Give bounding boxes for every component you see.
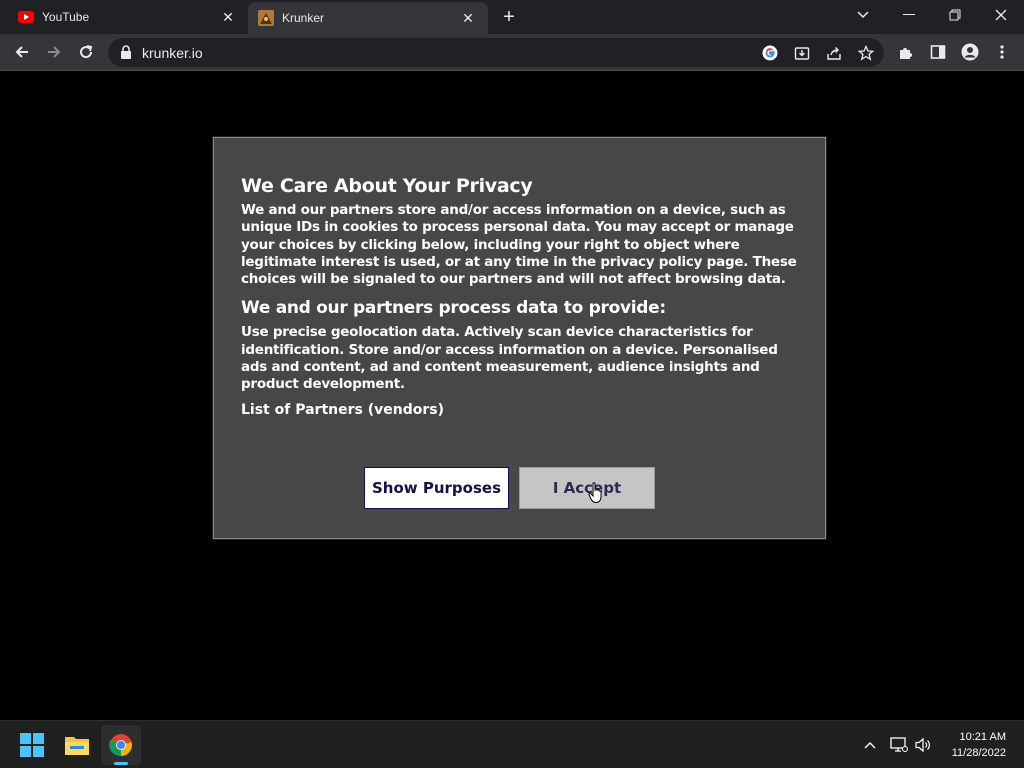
reload-button[interactable] xyxy=(73,39,99,65)
install-app-icon[interactable] xyxy=(792,43,812,63)
close-icon xyxy=(995,9,1007,21)
chevron-down-icon xyxy=(857,11,869,19)
side-panel-button[interactable] xyxy=(925,39,951,65)
minimize-icon xyxy=(903,14,915,15)
back-button[interactable] xyxy=(9,39,35,65)
tab-title: Krunker xyxy=(282,11,325,25)
reload-icon xyxy=(80,45,93,59)
lock-icon[interactable] xyxy=(120,45,132,64)
folder-icon xyxy=(65,737,89,755)
dialog-body: We Care About Your Privacy We and our pa… xyxy=(241,174,801,419)
dialog-intro-text: We and our partners store and/or access … xyxy=(241,202,797,288)
restore-button[interactable] xyxy=(932,0,978,30)
side-panel-icon xyxy=(930,45,946,59)
new-tab-button[interactable]: + xyxy=(498,7,520,29)
page-content: We Care About Your Privacy We and our pa… xyxy=(0,71,1024,720)
accept-button[interactable]: I Accept xyxy=(519,467,655,509)
tab-krunker[interactable]: Krunker ✕ xyxy=(248,2,488,34)
hand-cursor-icon xyxy=(588,482,604,509)
network-button[interactable] xyxy=(888,735,910,755)
share-icon[interactable] xyxy=(824,43,844,63)
close-window-button[interactable] xyxy=(978,0,1024,30)
close-tab-icon[interactable]: ✕ xyxy=(458,8,478,28)
profile-icon xyxy=(961,43,979,61)
address-bar[interactable]: krunker.io xyxy=(108,38,884,67)
bookmark-star-icon[interactable] xyxy=(856,43,876,63)
extensions-button[interactable] xyxy=(893,39,919,65)
purposes-text: Use precise geolocation data. Actively s… xyxy=(241,324,778,393)
chevron-up-icon xyxy=(864,742,876,749)
dialog-subtitle: We and our partners process data to prov… xyxy=(241,298,666,319)
forward-arrow-icon xyxy=(48,46,61,58)
close-tab-icon[interactable]: ✕ xyxy=(218,7,238,27)
tab-search-button[interactable] xyxy=(840,0,886,30)
volume-button[interactable] xyxy=(912,735,934,755)
chrome-taskbar-button[interactable] xyxy=(101,725,141,765)
minimize-button[interactable] xyxy=(886,0,932,30)
windows-taskbar: 10:21 AM 11/28/2022 xyxy=(0,720,1024,768)
speaker-icon xyxy=(915,737,930,753)
more-vertical-icon xyxy=(1000,45,1004,59)
profile-button[interactable] xyxy=(957,39,983,65)
network-icon xyxy=(890,737,908,752)
active-app-indicator xyxy=(114,762,128,765)
file-explorer-button[interactable] xyxy=(57,725,97,765)
vendors-link[interactable]: List of Partners (vendors) xyxy=(241,401,801,419)
taskbar-clock[interactable]: 10:21 AM 11/28/2022 xyxy=(952,729,1006,761)
clock-date: 11/28/2022 xyxy=(951,747,1006,759)
back-arrow-icon xyxy=(15,46,28,58)
puzzle-icon xyxy=(900,48,912,59)
youtube-icon xyxy=(18,9,34,25)
clock-time: 10:21 AM xyxy=(959,731,1006,743)
url-text[interactable]: krunker.io xyxy=(142,45,203,61)
privacy-consent-dialog: We Care About Your Privacy We and our pa… xyxy=(213,137,826,539)
chrome-menu-button[interactable] xyxy=(989,39,1015,65)
browser-toolbar: krunker.io xyxy=(0,34,1024,71)
windows-logo-icon xyxy=(20,733,44,757)
chrome-icon xyxy=(109,734,132,757)
browser-tab-bar: YouTube ✕ Krunker ✕ + xyxy=(0,0,1024,34)
krunker-icon xyxy=(258,10,274,26)
show-purposes-button[interactable]: Show Purposes xyxy=(364,467,509,509)
dialog-title: We Care About Your Privacy xyxy=(241,175,533,197)
show-hidden-icons-button[interactable] xyxy=(859,735,881,755)
restore-icon xyxy=(949,9,961,21)
start-button[interactable] xyxy=(12,725,52,765)
tab-title: YouTube xyxy=(42,10,90,24)
forward-button[interactable] xyxy=(41,39,67,65)
tab-youtube[interactable]: YouTube ✕ xyxy=(8,0,248,34)
google-icon[interactable] xyxy=(760,43,780,63)
